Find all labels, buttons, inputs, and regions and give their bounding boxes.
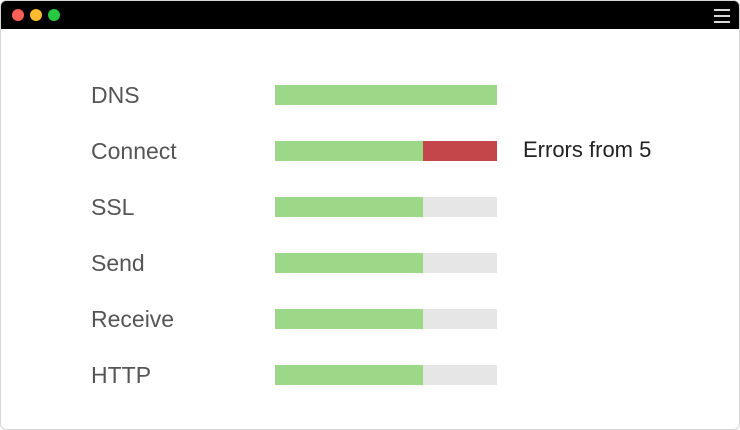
close-window-icon[interactable] [12, 9, 24, 21]
progress-bar [275, 85, 497, 105]
progress-bar [275, 253, 497, 273]
error-segment [423, 141, 497, 161]
hamburger-menu-icon[interactable] [714, 9, 730, 23]
success-segment [275, 253, 424, 273]
title-bar [1, 1, 739, 29]
row-label: SSL [91, 194, 135, 220]
row-label: Connect [91, 138, 177, 164]
menu-line-icon [714, 9, 730, 11]
row-label: HTTP [91, 362, 152, 388]
progress-bar [275, 365, 497, 385]
timing-panel: DNS Connect Errors from 5 SSL Send Recei… [1, 29, 739, 429]
timing-row-ssl: SSL [1, 194, 739, 220]
success-segment [275, 197, 424, 217]
timing-row-receive: Receive [1, 306, 739, 332]
progress-bar [275, 197, 497, 217]
success-segment [275, 141, 424, 161]
row-label: Receive [91, 306, 175, 332]
timing-row-dns: DNS [1, 82, 739, 108]
timing-row-http: HTTP [1, 362, 739, 388]
success-segment [275, 85, 497, 105]
app-window: DNS Connect Errors from 5 SSL Send Recei… [0, 0, 740, 430]
menu-line-icon [714, 21, 730, 23]
success-segment [275, 309, 424, 329]
row-label: DNS [91, 82, 140, 108]
timing-row-connect: Connect Errors from 5 [1, 137, 739, 164]
timing-row-send: Send [1, 250, 739, 276]
error-note: Errors from 5 [523, 137, 652, 162]
row-label: Send [91, 250, 145, 276]
menu-line-icon [714, 15, 730, 17]
zoom-window-icon[interactable] [48, 9, 60, 21]
progress-bar [275, 141, 497, 161]
progress-bar [275, 309, 497, 329]
success-segment [275, 365, 424, 385]
minimize-window-icon[interactable] [30, 9, 42, 21]
